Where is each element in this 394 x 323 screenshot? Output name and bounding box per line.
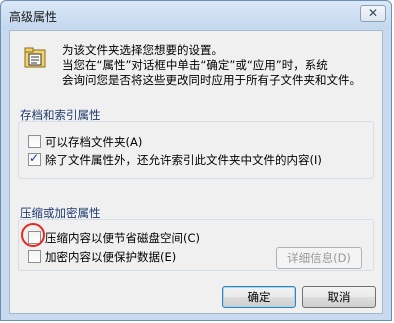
encrypt-checkbox-row[interactable]: 加密内容以便保护数据(E) bbox=[28, 250, 176, 266]
intro-text: 为该文件夹选择您想要的设置。 当您在“属性”对话框中单击“确定”或“应用”时，系… bbox=[62, 43, 361, 88]
index-checkbox-row[interactable]: 除了文件属性外，还允许索引此文件夹中文件的内容(I) bbox=[28, 151, 322, 169]
encrypt-checkbox-label: 加密内容以便保护数据(E) bbox=[45, 250, 177, 264]
intro-line-2: 当您在“属性”对话框中单击“确定”或“应用”时，系统 bbox=[62, 58, 328, 72]
archive-checkbox-label: 可以存档文件夹(A) bbox=[45, 135, 143, 149]
close-button[interactable]: ✕ bbox=[360, 5, 386, 22]
compress-checkbox-row[interactable]: 压缩内容以便节省磁盘空间(C) bbox=[28, 231, 200, 247]
advanced-attributes-dialog: 高级属性 ✕ 为该文件夹选择您想要的设置。 当您在“属性”对话框中单击“确定”或… bbox=[0, 0, 392, 321]
dialog-body: 为该文件夹选择您想要的设置。 当您在“属性”对话框中单击“确定”或“应用”时，系… bbox=[9, 30, 383, 314]
cancel-button[interactable]: 取消 bbox=[302, 286, 376, 308]
folder-properties-icon bbox=[24, 47, 46, 68]
archive-checkbox[interactable] bbox=[28, 135, 41, 148]
compress-checkbox-label: 压缩内容以便节省磁盘空间(C) bbox=[45, 231, 201, 245]
close-icon: ✕ bbox=[367, 6, 379, 20]
index-checkbox[interactable] bbox=[28, 151, 41, 166]
highlight-circle bbox=[21, 223, 45, 247]
title-bar[interactable]: 高级属性 ✕ bbox=[1, 1, 391, 29]
archive-checkbox-row[interactable]: 可以存档文件夹(A) bbox=[28, 135, 142, 151]
dialog-title: 高级属性 bbox=[9, 10, 58, 24]
details-button[interactable]: 详细信息(D) bbox=[276, 247, 362, 269]
ok-button[interactable]: 确定 bbox=[222, 286, 296, 308]
encrypt-checkbox[interactable] bbox=[28, 250, 41, 263]
intro-line-1: 为该文件夹选择您想要的设置。 bbox=[62, 43, 223, 57]
index-checkbox-label: 除了文件属性外，还允许索引此文件夹中文件的内容(I) bbox=[45, 153, 322, 167]
intro-line-3: 会询问您是否将这些更改同时应用于所有子文件夹和文件。 bbox=[62, 73, 361, 87]
